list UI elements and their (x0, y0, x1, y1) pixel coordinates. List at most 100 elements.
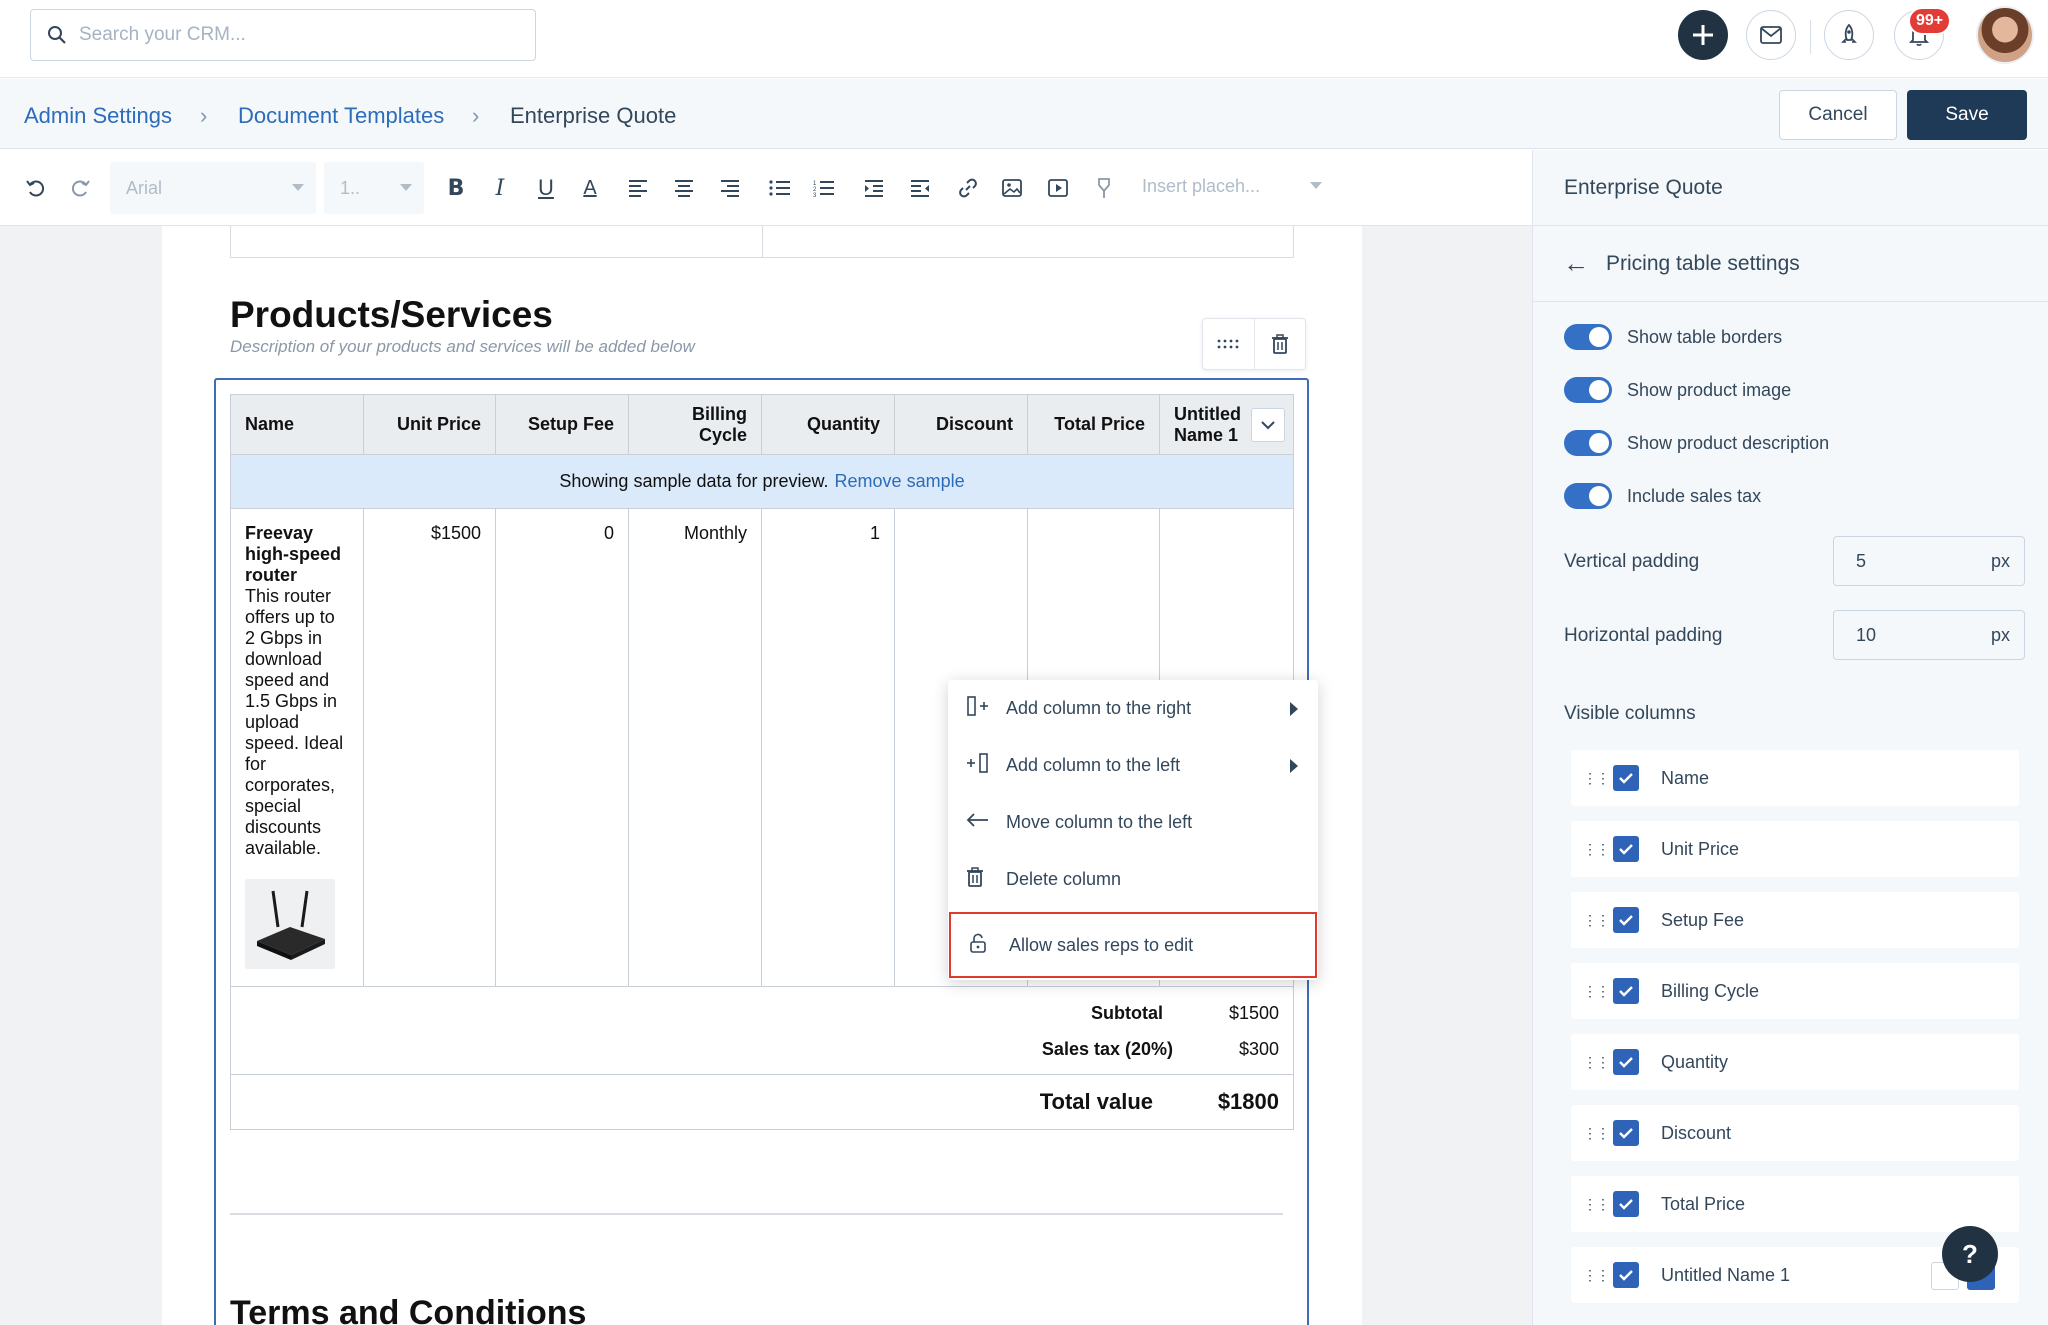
checkbox-checked[interactable] (1613, 765, 1639, 791)
drag-handle-icon[interactable] (1203, 319, 1254, 369)
toggle-show-product-description[interactable]: Show product description (1564, 428, 1829, 458)
terms-heading: Terms and Conditions (230, 1294, 587, 1325)
redo-icon[interactable] (66, 174, 94, 202)
numbered-list-icon[interactable]: 123 (810, 174, 838, 202)
search-placeholder: Search your CRM... (79, 24, 246, 45)
menu-item-label: Move column to the left (1006, 812, 1193, 832)
breadcrumb-document-templates[interactable]: Document Templates (238, 103, 444, 129)
toggle-show-product-image[interactable]: Show product image (1564, 375, 1791, 405)
video-icon[interactable] (1044, 174, 1072, 202)
drag-handle-icon[interactable]: ⋮⋮ (1583, 771, 1610, 785)
align-center-icon[interactable] (670, 174, 698, 202)
column-header-untitled[interactable]: Untitled Name 1 (1160, 395, 1293, 454)
column-header[interactable]: Total Price (1028, 395, 1160, 454)
drag-handle-icon[interactable]: ⋮⋮ (1583, 842, 1610, 856)
marketplace-button[interactable] (1824, 10, 1874, 60)
link-icon[interactable] (954, 174, 982, 202)
toggle-switch[interactable] (1564, 377, 1612, 403)
signature-pen-icon[interactable] (1090, 174, 1118, 202)
cancel-button[interactable]: Cancel (1779, 90, 1897, 140)
save-button[interactable]: Save (1907, 90, 2027, 140)
checkbox-checked[interactable] (1613, 1262, 1639, 1288)
checkbox-checked[interactable] (1613, 1120, 1639, 1146)
visible-column-row: ⋮⋮ Name (1571, 750, 2019, 806)
align-left-icon[interactable] (624, 174, 652, 202)
bulleted-list-icon[interactable] (766, 174, 794, 202)
italic-icon[interactable]: I (486, 174, 514, 202)
column-header[interactable]: Discount (895, 395, 1028, 454)
indent-icon[interactable] (860, 174, 888, 202)
font-size-select[interactable]: 1.. (324, 162, 424, 214)
breadcrumb: Admin Settings › Document Templates › En… (0, 79, 2048, 149)
drag-handle-icon[interactable]: ⋮⋮ (1583, 1197, 1610, 1211)
toggle-switch[interactable] (1564, 483, 1612, 509)
toggle-switch[interactable] (1564, 430, 1612, 456)
help-button[interactable]: ? (1942, 1226, 1998, 1282)
drag-handle-icon[interactable]: ⋮⋮ (1583, 1268, 1610, 1282)
menu-item-move-column-left[interactable]: Move column to the left (948, 794, 1318, 851)
toggle-label: Show product description (1627, 432, 1830, 453)
menu-item-add-column-left[interactable]: Add column to the left (948, 737, 1318, 794)
panel-subheader: ← Pricing table settings (1533, 226, 2048, 302)
underline-icon[interactable]: U (532, 174, 560, 202)
add-column-right-icon (966, 696, 996, 721)
column-name: Quantity (1661, 1051, 1729, 1072)
trash-icon[interactable] (1255, 319, 1306, 369)
remove-sample-link[interactable]: Remove sample (835, 471, 965, 492)
checkbox-checked[interactable] (1613, 1191, 1639, 1217)
total-value-label: Total value (1039, 1089, 1153, 1114)
breadcrumb-admin-settings[interactable]: Admin Settings (24, 103, 172, 129)
checkbox-checked[interactable] (1613, 1049, 1639, 1075)
font-family-value: Arial (126, 177, 163, 198)
checkbox-checked[interactable] (1613, 978, 1639, 1004)
sales-tax-value: $300 (1238, 1039, 1279, 1059)
column-header[interactable]: Setup Fee (496, 395, 629, 454)
field-value: 10 (1856, 625, 1877, 645)
toggle-include-sales-tax[interactable]: Include sales tax (1564, 481, 1761, 511)
horizontal-padding-input[interactable]: 10 px (1833, 610, 2025, 660)
column-header[interactable]: Unit Price (364, 395, 496, 454)
vertical-padding-input[interactable]: 5 px (1833, 536, 2025, 586)
editor-canvas: Products/Services Description of your pr… (0, 226, 1532, 1325)
font-family-select[interactable]: Arial (110, 162, 316, 214)
unit-suffix: px (1990, 625, 2010, 645)
checkbox-checked[interactable] (1613, 836, 1639, 862)
visible-column-row: ⋮⋮ Unit Price (1571, 821, 2019, 877)
product-cell: Freevay high-speed router This router of… (231, 509, 364, 986)
toggle-show-table-borders[interactable]: Show table borders (1564, 322, 1782, 352)
back-arrow-icon[interactable]: ← (1563, 248, 1589, 279)
toggle-switch[interactable] (1564, 324, 1612, 350)
checkbox-checked[interactable] (1613, 907, 1639, 933)
search-input[interactable]: Search your CRM... (30, 9, 536, 61)
visible-column-row: ⋮⋮ Billing Cycle (1571, 963, 2019, 1019)
inbox-button[interactable] (1746, 10, 1796, 60)
undo-icon[interactable] (22, 174, 50, 202)
align-right-icon[interactable] (716, 174, 744, 202)
column-options-button[interactable] (1251, 408, 1285, 442)
column-header[interactable]: Billing Cycle (629, 395, 762, 454)
user-avatar[interactable] (1976, 6, 2034, 64)
drag-handle-icon[interactable]: ⋮⋮ (1583, 984, 1610, 998)
drag-handle-icon[interactable]: ⋮⋮ (1583, 913, 1610, 927)
top-navigation-bar: Search your CRM... 99+ (0, 0, 2048, 78)
subtotal-label: Subtotal (1091, 1003, 1163, 1023)
menu-item-add-column-right[interactable]: Add column to the right (948, 680, 1318, 737)
image-icon[interactable] (998, 174, 1026, 202)
settings-panel: Enterprise Quote ← Pricing table setting… (1532, 150, 2048, 1325)
menu-item-allow-sales-reps-edit[interactable]: Allow sales reps to edit (949, 912, 1317, 978)
column-header[interactable]: Name (231, 395, 364, 454)
visible-column-row: ⋮⋮ Setup Fee (1571, 892, 2019, 948)
drag-handle-icon[interactable]: ⋮⋮ (1583, 1126, 1610, 1140)
column-header[interactable]: Quantity (762, 395, 895, 454)
text-color-icon[interactable]: A (576, 174, 604, 202)
create-button[interactable] (1678, 10, 1728, 60)
column-name: Setup Fee (1661, 909, 1745, 930)
outdent-icon[interactable] (906, 174, 934, 202)
vertical-padding-label: Vertical padding (1564, 551, 1700, 572)
insert-placeholder-select[interactable]: Insert placeh... (1142, 176, 1260, 197)
bold-icon[interactable]: B (442, 174, 470, 202)
subtotal-value: $1500 (1228, 1003, 1279, 1023)
drag-handle-icon[interactable]: ⋮⋮ (1583, 1055, 1610, 1069)
submenu-arrow-icon (1290, 759, 1298, 773)
menu-item-delete-column[interactable]: Delete column (948, 851, 1318, 908)
